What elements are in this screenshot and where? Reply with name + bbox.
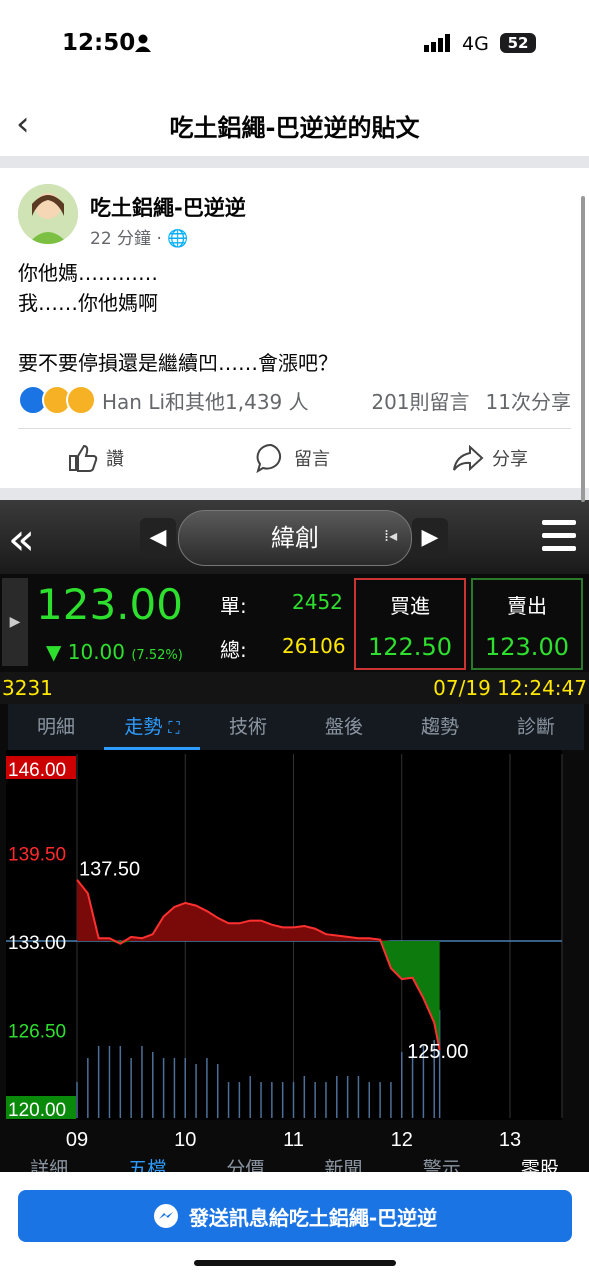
total-volume-label: 總: [220, 638, 247, 662]
total-volume-value: 26106 [282, 634, 346, 658]
y-tick-label: 120.00 [8, 1100, 66, 1121]
network-type: 4G [462, 33, 489, 55]
clock: 12:50 [62, 30, 136, 56]
intraday-chart: 146.00 139.50 133.00 126.50 120.0009 10 11 12 13… [6, 750, 563, 1150]
divider [0, 156, 589, 168]
post-line [18, 318, 338, 348]
like-label: 讚 [106, 449, 124, 470]
sell-price: 123.00 [485, 633, 569, 661]
separator-dot: · [156, 229, 168, 249]
double-chevron-left-icon: « [8, 514, 35, 565]
person-icon [135, 34, 151, 56]
reaction-summary[interactable]: Han Li和其他1,439 人 [18, 385, 309, 415]
avatar[interactable] [18, 184, 78, 244]
divider [0, 488, 589, 500]
post-line: 我……你他媽啊 [18, 291, 158, 315]
x-tick-label: 12 [391, 1129, 413, 1150]
y-tick-label: 133.00 [8, 933, 66, 954]
post-text: 你他媽………… 我……你他媽啊 要不要停損還是繼續凹……會漲吧？ [18, 258, 338, 378]
x-tick-label: 11 [283, 1129, 304, 1150]
wow-reaction-icon [66, 385, 96, 415]
like-button[interactable]: 讚 [68, 442, 124, 474]
post-line: 你他媽………… [18, 261, 158, 285]
thumbs-up-icon [69, 444, 98, 472]
tab-five-levels: 五檔 [128, 1158, 167, 1172]
send-message-button[interactable]: 發送訊息給吃土鋁繩-巴逆逆 [18, 1190, 572, 1242]
signal-icon [424, 34, 454, 56]
stock-name: 緯創 [178, 510, 412, 566]
author-name[interactable]: 吃土鋁繩-巴逆逆 [90, 192, 246, 222]
battery-icon: 52 [500, 33, 536, 53]
prev-stock-icon: ◀ [140, 518, 176, 558]
change-percent: (7.52%) [131, 648, 183, 663]
buy-label: 買進 [390, 594, 430, 618]
tab-diagnosis: 診斷 [516, 716, 555, 738]
x-tick-label: 13 [499, 1129, 521, 1150]
chart-tabs: 明細 走勢 ⛶ 技術 盤後 趨勢 診斷 [8, 704, 584, 750]
comment-count[interactable]: 201則留言 [371, 386, 469, 415]
x-tick-label: 10 [174, 1129, 196, 1150]
messenger-icon [153, 1204, 178, 1228]
y-tick-label: 139.50 [8, 845, 66, 866]
reaction-names: Han Li和其他1,439 人 [102, 389, 309, 414]
share-icon [453, 444, 484, 472]
tab-alerts: 警示 [422, 1158, 461, 1172]
post-line: 要不要停損還是繼續凹……會漲吧？ [18, 351, 338, 375]
tab-technical: 技術 [228, 716, 267, 738]
menu-icon [542, 518, 576, 556]
tab-news: 新聞 [324, 1158, 363, 1172]
share-count[interactable]: 11次分享 [486, 386, 571, 415]
tab-odd-lots: 零股 [520, 1158, 559, 1172]
price-change: ▼ 10.00 (7.52%) [46, 640, 183, 664]
swap-icon: ⁞◂ [384, 526, 398, 545]
page-title: 吃土鋁繩-巴逆逆的貼文 [169, 114, 420, 142]
share-button[interactable]: 分享 [452, 442, 528, 474]
next-stock-icon: ▶ [412, 518, 448, 558]
share-label: 分享 [492, 449, 528, 470]
change-value: ▼ 10.00 [46, 640, 125, 664]
home-indicator [194, 1260, 396, 1266]
sell-box: 賣出 123.00 [471, 578, 583, 670]
buy-price: 122.50 [368, 633, 452, 661]
y-tick-label: 126.50 [8, 1022, 66, 1043]
comment-button[interactable]: 留言 [256, 442, 330, 474]
buy-box: 買進 122.50 [354, 578, 466, 670]
x-tick-label: 09 [66, 1129, 88, 1150]
high-annotation: 137.50 [79, 859, 140, 881]
post-meta: 22 分鐘 · 🌐 [90, 224, 188, 249]
expand-arrow-icon: ▶ [2, 578, 28, 666]
comment-label: 留言 [294, 449, 330, 470]
stock-screenshot: « ◀ 緯創 ⁞◂ ▶ ▶ 123.00 ▼ 10.00 (7.52%) 單: … [0, 500, 589, 1172]
divider [18, 428, 571, 429]
scrollbar[interactable] [581, 196, 585, 502]
stock-code: 3231 [2, 676, 53, 700]
single-volume-value: 2452 [292, 590, 343, 614]
bottom-tabs: 詳細 五檔 分價 新聞 警示 零股 [0, 1154, 589, 1172]
y-tick-label: 146.00 [8, 760, 66, 781]
single-volume-label: 單: [220, 594, 247, 618]
tab-trend: 走勢 ⛶ [104, 704, 200, 750]
engagement-counts: 201則留言 11次分享 [371, 386, 571, 415]
quote-datetime: 07/19 12:24:47 [433, 676, 587, 700]
last-price: 123.00 [36, 580, 183, 629]
sell-label: 賣出 [507, 594, 547, 618]
post-time: 22 分鐘 [90, 229, 152, 249]
tab-after-hours: 盤後 [324, 716, 363, 738]
tab-details: 詳細 [30, 1158, 69, 1172]
comment-icon [256, 443, 282, 473]
tab-price-distribution: 分價 [226, 1158, 265, 1172]
send-message-label: 發送訊息給吃土鋁繩-巴逆逆 [188, 1205, 438, 1230]
tab-detail: 明細 [36, 716, 75, 738]
low-annotation: 125.00 [407, 1041, 468, 1063]
tab-tendency: 趨勢 [420, 716, 459, 738]
globe-icon: 🌐 [167, 229, 189, 249]
